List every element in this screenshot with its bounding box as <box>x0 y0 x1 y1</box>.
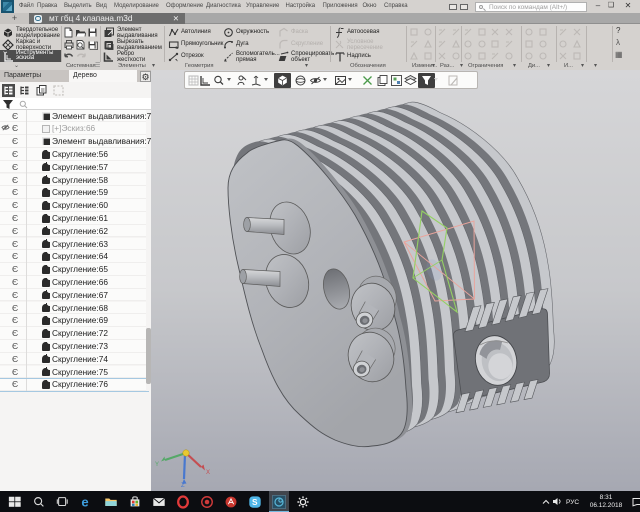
svg-text:e: e <box>81 495 88 509</box>
svg-text:X: X <box>206 470 210 476</box>
svg-text:Y: Y <box>155 462 159 468</box>
svg-text:S: S <box>252 497 258 507</box>
svg-text:Z: Z <box>181 483 185 489</box>
